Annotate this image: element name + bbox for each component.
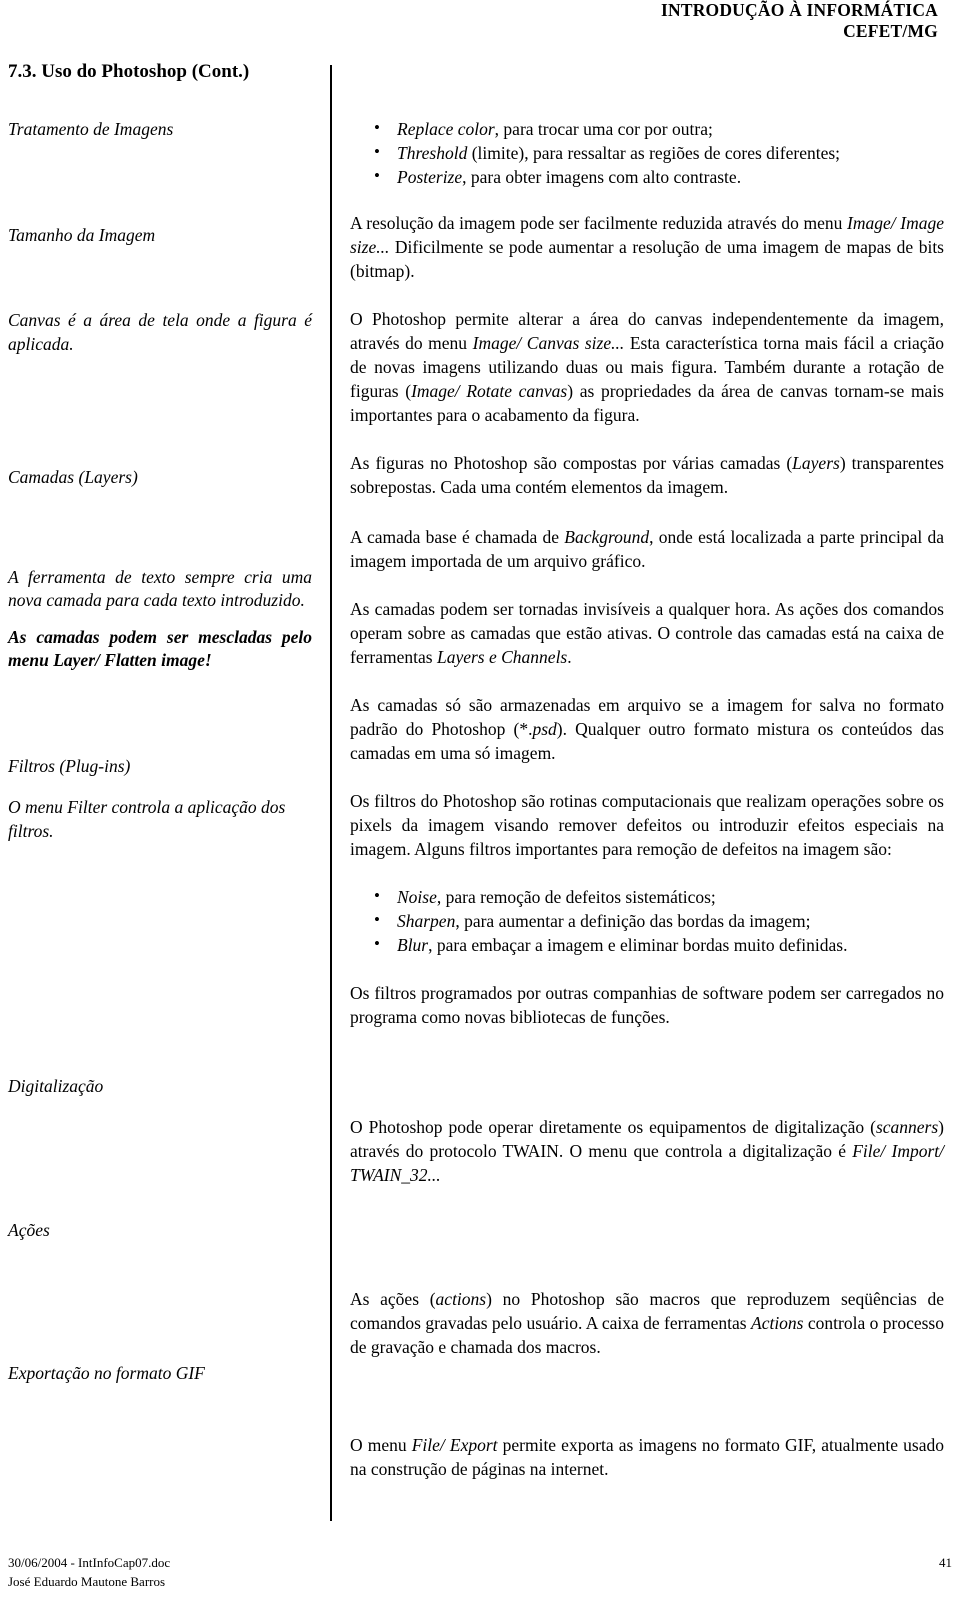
sidenote-tratamento-de-imagens: Tratamento de Imagens xyxy=(8,119,174,139)
footer-filename: 30/06/2004 - IntInfoCap07.doc xyxy=(8,1555,171,1570)
list-item: Blur, para embaçar a imagem e eliminar b… xyxy=(350,932,944,957)
text-run: Dificilmente se pode aumentar a resoluçã… xyxy=(350,237,944,281)
list-item: Replace color, para trocar uma cor por o… xyxy=(350,116,944,141)
paragraph-camadas-invisiveis: As camadas podem ser tornadas invisíveis… xyxy=(350,597,944,669)
footer-author: José Eduardo Mautone Barros xyxy=(8,1574,166,1589)
document-body: 7.3. Uso do Photoshop (Cont.) Tratamento… xyxy=(0,52,960,1522)
footer-page-number: 41 xyxy=(939,1555,952,1570)
sidenote-filtros-plugins: Filtros (Plug-ins) xyxy=(8,755,131,776)
sidenote-camadas-layers: Camadas (Layers) xyxy=(8,467,138,487)
term-sharpen: Sharpen xyxy=(397,911,456,931)
sidenote-acoes: Ações xyxy=(8,1219,50,1240)
list-item-text: , para remoção de defeitos sistemáticos; xyxy=(436,887,716,907)
main-content-column: Replace color, para trocar uma cor por o… xyxy=(350,52,944,1481)
list-item-text: , para embaçar a imagem e eliminar borda… xyxy=(428,935,848,955)
bullet-list-filtros: Noise, para remoção de defeitos sistemát… xyxy=(350,884,944,957)
paragraph-acoes: As ações (actions) no Photoshop são macr… xyxy=(350,1287,944,1359)
term-scanners: scanners xyxy=(875,1117,939,1137)
list-item: Noise, para remoção de defeitos sistemát… xyxy=(350,884,944,909)
menu-path-canvas-size: Image/ Canvas size... xyxy=(472,333,625,353)
sidenote-tamanho-da-imagem: Tamanho da Imagem xyxy=(8,224,156,245)
term-layers: Layers xyxy=(792,453,840,473)
paragraph-resolucao: A resolução da imagem pode ser facilment… xyxy=(350,211,944,283)
paragraph-filtros: Os filtros do Photoshop são rotinas comp… xyxy=(350,791,944,859)
sidenote-canvas-definicao: Canvas é a área de tela onde a figura é … xyxy=(8,310,312,354)
footer-left: 30/06/2004 - IntInfoCap07.doc José Eduar… xyxy=(8,1553,170,1591)
bullet-list-ajustes: Replace color, para trocar uma cor por o… xyxy=(350,116,944,189)
sidenote-menu-filter: O menu Filter controla a aplicação dos f… xyxy=(8,797,286,841)
term-noise: Noise xyxy=(397,887,437,907)
paragraph-figuras-camadas: As figuras no Photoshop são compostas po… xyxy=(350,451,944,499)
term-blur: Blur xyxy=(397,935,429,955)
paragraph-formato-psd: As camadas só são armazenadas em arquivo… xyxy=(350,693,944,765)
footer-row: 30/06/2004 - IntInfoCap07.doc José Eduar… xyxy=(8,1553,952,1591)
paragraph-export-gif: O menu File/ Export permite exporta as i… xyxy=(350,1433,944,1481)
header-institution: CEFET/MG xyxy=(843,21,938,41)
left-margin-column: 7.3. Uso do Photoshop (Cont.) Tratamento… xyxy=(8,52,312,1386)
term-posterize: Posterize xyxy=(397,167,463,187)
paragraph-canvas: O Photoshop permite alterar a área do ca… xyxy=(350,307,944,427)
text-run: A camada base é chamada de xyxy=(350,527,565,547)
sidenote-digitalizacao: Digitalização xyxy=(8,1076,104,1096)
term-actions-palette: Actions xyxy=(751,1313,804,1333)
list-item-text: (limite), para ressaltar as regiões de c… xyxy=(467,143,841,163)
term-threshold: Threshold xyxy=(397,143,468,163)
sidenote-exportacao-gif: Exportação no formato GIF xyxy=(8,1363,205,1383)
text-run: . xyxy=(567,647,572,667)
list-item-text: , para trocar uma cor por outra; xyxy=(494,119,713,139)
term-actions-lower: actions xyxy=(435,1289,487,1309)
paragraph-filtros-programados: Os filtros programados por outras compan… xyxy=(350,983,944,1027)
text-run: A resolução da imagem pode ser facilment… xyxy=(350,213,848,233)
column-divider-rule xyxy=(330,65,332,1521)
header-course-title: INTRODUÇÃO À INFORMÁTICA xyxy=(660,0,938,20)
list-item: Sharpen, para aumentar a definição das b… xyxy=(350,908,944,933)
text-run: O menu xyxy=(350,1435,412,1455)
page-footer: 30/06/2004 - IntInfoCap07.doc José Eduar… xyxy=(8,1553,952,1591)
term-psd: psd xyxy=(532,719,557,739)
list-item: Posterize, para obter imagens com alto c… xyxy=(350,164,944,189)
page-header: INTRODUÇÃO À INFORMÁTICA CEFET/MG xyxy=(0,0,960,42)
page-title: 7.3. Uso do Photoshop (Cont.) xyxy=(8,61,250,82)
text-run: As figuras no Photoshop são compostas po… xyxy=(350,453,793,473)
term-layers-channels: Layers e Channels xyxy=(436,647,568,667)
text-run: As ações ( xyxy=(350,1289,436,1309)
list-item-text: , para obter imagens com alto contraste. xyxy=(462,167,742,187)
paragraph-twain: O Photoshop pode operar diretamente os e… xyxy=(350,1115,944,1187)
term-background: Background xyxy=(564,527,650,547)
list-item: Threshold (limite), para ressaltar as re… xyxy=(350,140,944,165)
list-item-text: , para aumentar a definição das bordas d… xyxy=(455,911,811,931)
menu-path-rotate-canvas: Image/ Rotate canvas xyxy=(411,381,568,401)
menu-path-file-export: File/ Export xyxy=(411,1435,498,1455)
text-run: O Photoshop pode operar diretamente os e… xyxy=(350,1117,876,1137)
paragraph-background: A camada base é chamada de Background, o… xyxy=(350,525,944,573)
sidenote-mesclar-camadas: As camadas podem ser mescladas pelo menu… xyxy=(8,626,312,671)
sidenote-ferramenta-de-texto: A ferramenta de texto sempre cria uma no… xyxy=(8,566,312,611)
term-replace-color: Replace color xyxy=(397,119,495,139)
